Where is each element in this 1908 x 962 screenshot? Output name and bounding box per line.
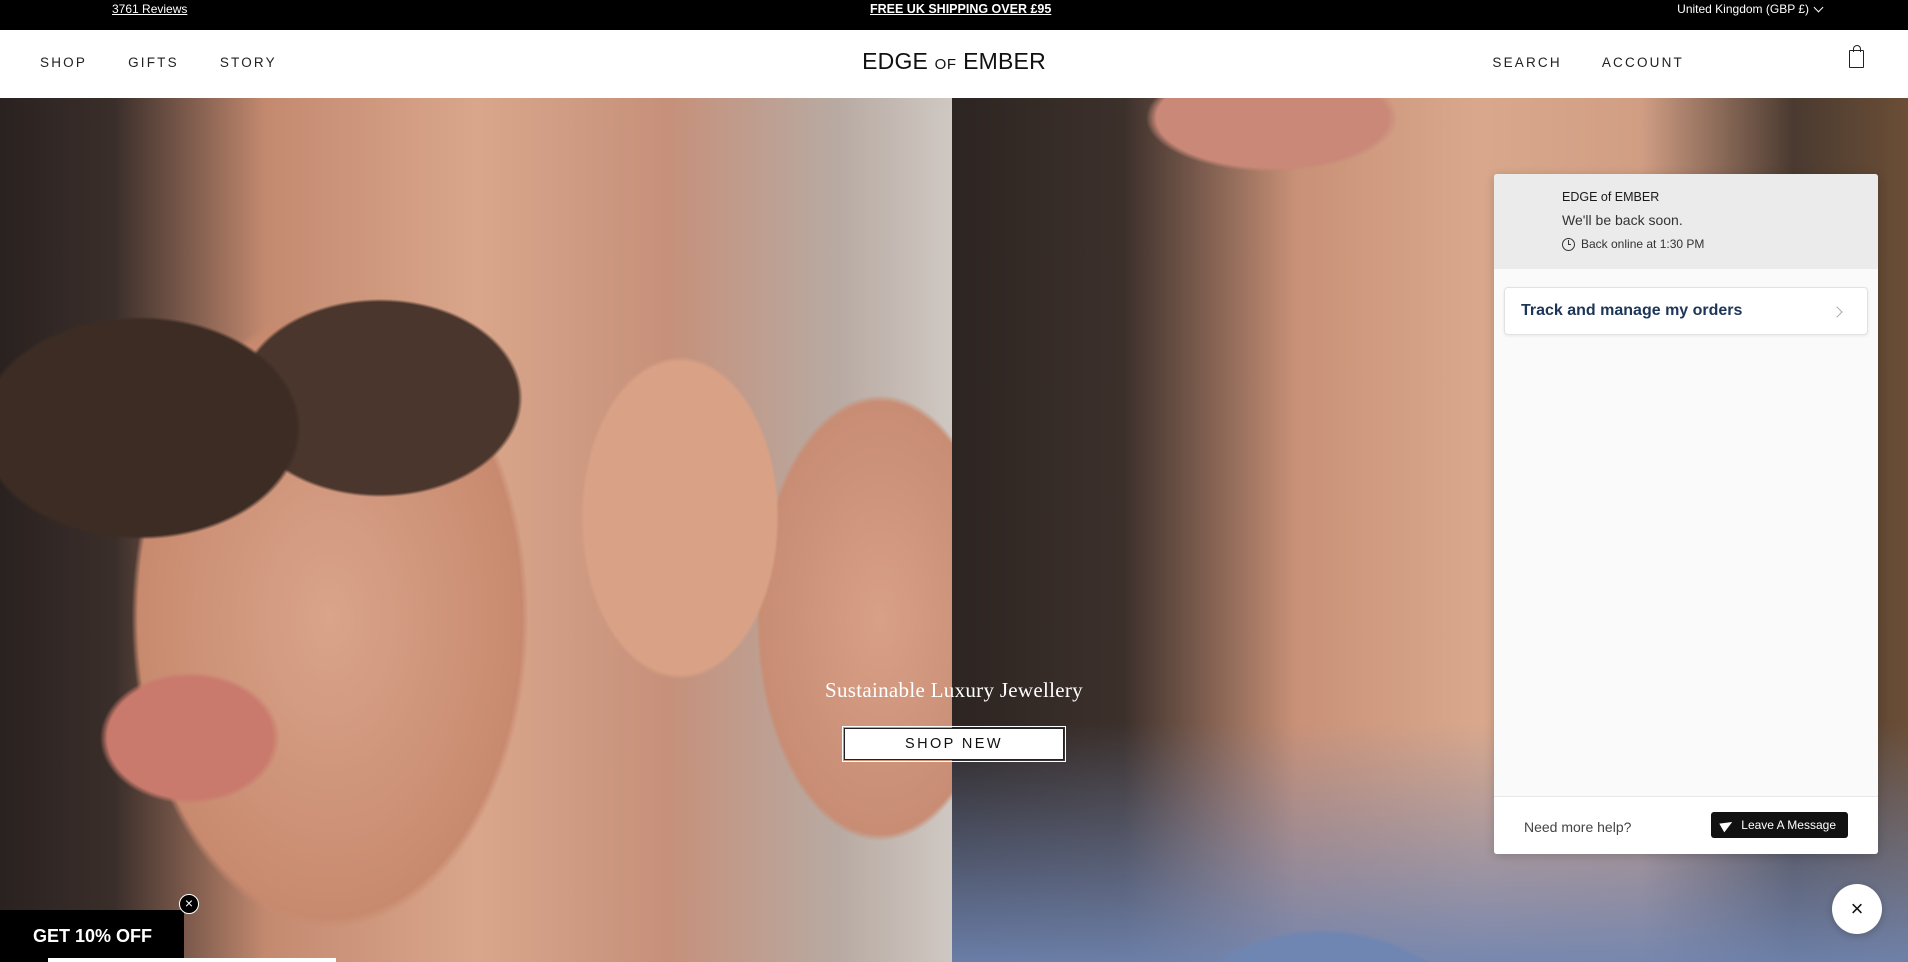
country-label: United Kingdom (GBP £) xyxy=(1677,2,1809,16)
paper-plane-icon xyxy=(1719,817,1735,833)
chat-close-button[interactable]: × xyxy=(1832,884,1882,934)
shopping-bag-icon[interactable] xyxy=(1849,45,1864,68)
main-nav: SHOP GIFTS STORY xyxy=(40,55,277,70)
logo-text-edge: EDGE xyxy=(862,48,929,74)
reviews-link[interactable]: 3761 Reviews xyxy=(112,2,187,16)
leave-message-button[interactable]: Leave A Message xyxy=(1711,812,1848,838)
chat-header: EDGE of EMBER We'll be back soon. Back o… xyxy=(1494,174,1878,269)
utility-nav: SEARCH ACCOUNT xyxy=(1492,55,1684,70)
chat-brand: EDGE of EMBER xyxy=(1562,190,1660,204)
brand-logo[interactable]: EDGE OF EMBER xyxy=(854,48,1054,75)
nav-gifts[interactable]: GIFTS xyxy=(128,55,179,70)
chat-footer: Need more help? Leave A Message xyxy=(1494,796,1878,854)
track-orders-label: Track and manage my orders xyxy=(1521,302,1743,319)
promo-close-icon[interactable]: × xyxy=(179,894,199,914)
logo-text-of: OF xyxy=(934,56,957,73)
nav-story[interactable]: STORY xyxy=(220,55,277,70)
account-link[interactable]: ACCOUNT xyxy=(1602,55,1684,70)
chat-status: We'll be back soon. xyxy=(1562,212,1683,228)
chevron-right-icon xyxy=(1831,306,1843,318)
shop-new-button[interactable]: SHOP NEW xyxy=(842,726,1066,762)
chevron-down-icon xyxy=(1813,2,1824,12)
need-help-text: Need more help? xyxy=(1524,819,1632,835)
bottom-strip xyxy=(48,958,336,962)
chat-online-label: Back online at 1:30 PM xyxy=(1581,237,1705,251)
logo-text-ember: EMBER xyxy=(963,48,1046,74)
search-link[interactable]: SEARCH xyxy=(1492,55,1561,70)
clock-icon xyxy=(1562,237,1575,251)
country-selector[interactable]: United Kingdom (GBP £) xyxy=(1677,2,1824,16)
leave-message-label: Leave A Message xyxy=(1741,818,1836,832)
announcement-bar: 3761 Reviews FREE UK SHIPPING OVER £95 U… xyxy=(0,0,1908,30)
hero-image-left xyxy=(0,98,952,962)
chat-online-time: Back online at 1:30 PM xyxy=(1562,237,1878,251)
chat-widget: EDGE of EMBER We'll be back soon. Back o… xyxy=(1494,174,1878,854)
discount-promo-button[interactable]: GET 10% OFF xyxy=(0,910,184,962)
free-shipping-link[interactable]: FREE UK SHIPPING OVER £95 xyxy=(870,2,1051,16)
nav-shop[interactable]: SHOP xyxy=(40,55,87,70)
track-orders-button[interactable]: Track and manage my orders xyxy=(1504,287,1868,335)
hero-title: Sustainable Luxury Jewellery xyxy=(824,678,1083,702)
site-header: SHOP GIFTS STORY EDGE OF EMBER SEARCH AC… xyxy=(0,30,1908,98)
